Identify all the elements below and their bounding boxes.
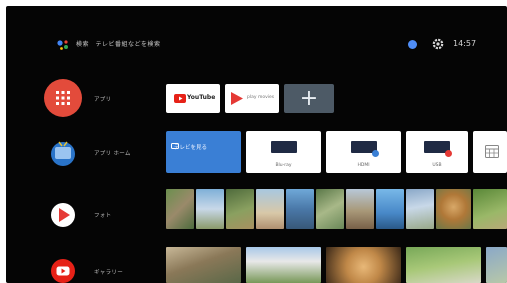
input-tile-guide[interactable] — [473, 131, 507, 173]
photo-thumbnail[interactable] — [436, 189, 471, 229]
input-label-usb: USB — [432, 163, 442, 168]
apps-row-icon[interactable] — [44, 79, 82, 117]
google-assistant-icon[interactable] — [56, 38, 70, 52]
row-label-gallery: ギャラリー — [94, 270, 124, 276]
device-icon — [270, 141, 297, 153]
gallery-thumbnail[interactable] — [486, 247, 507, 283]
row-label-photos: フォト — [94, 213, 112, 219]
photo-thumbnail[interactable] — [376, 189, 404, 229]
tv-home-screen: 検索 テレビ番組などを検索 14:57 アプリ YouTube play mov… — [6, 6, 507, 283]
search-bar[interactable]: 検索 テレビ番組などを検索 — [76, 39, 161, 48]
input-tile-hdmi[interactable]: HDMI — [326, 131, 401, 173]
profile-avatar[interactable] — [408, 40, 417, 49]
connection-badge-icon — [372, 150, 379, 157]
gallery-thumbnail[interactable] — [406, 247, 481, 283]
input-tile-bluray[interactable]: Blu-ray — [246, 131, 321, 173]
tv-input-icon — [51, 141, 75, 166]
photo-thumbnail[interactable] — [346, 189, 374, 229]
photo-thumbnail[interactable] — [226, 189, 254, 229]
inputs-row-icon[interactable] — [44, 134, 82, 172]
clock: 14:57 — [453, 39, 477, 48]
photo-thumbnail[interactable] — [256, 189, 284, 229]
input-label-bluray: Blu-ray — [275, 163, 292, 168]
youtube-icon — [51, 259, 75, 283]
recording-badge-icon — [445, 150, 452, 157]
input-tile-tv[interactable]: テレビを見る — [166, 131, 241, 173]
input-label-hdmi: HDMI — [357, 163, 370, 168]
gear-icon[interactable] — [432, 38, 444, 50]
input-tile-usb[interactable]: USB — [406, 131, 468, 173]
gallery-thumbnail[interactable] — [246, 247, 321, 283]
plus-icon: + — [299, 86, 319, 111]
input-label-tv: テレビを見る — [174, 145, 208, 151]
photos-row-icon[interactable] — [44, 196, 82, 234]
play-movies-icon — [51, 203, 75, 227]
photo-thumbnail[interactable] — [406, 189, 434, 229]
gallery-thumbnail[interactable] — [326, 247, 401, 283]
photo-thumbnail[interactable] — [196, 189, 224, 229]
youtube-logo-icon — [174, 94, 186, 103]
play-movies-app-tile[interactable]: play movies — [225, 84, 279, 113]
apps-grid-icon — [56, 91, 70, 105]
photo-thumbnail[interactable] — [166, 189, 194, 229]
gallery-thumbnail[interactable] — [166, 247, 241, 283]
youtube-row-icon[interactable] — [44, 252, 82, 283]
calendar-icon — [485, 145, 499, 158]
top-bar: 検索 テレビ番組などを検索 14:57 — [6, 6, 507, 66]
play-movies-app-label: play movies — [247, 95, 275, 100]
youtube-app-label: YouTube — [187, 94, 216, 101]
row-label-apps: アプリ — [94, 97, 112, 103]
photo-thumbnail[interactable] — [473, 189, 507, 229]
photo-thumbnail[interactable] — [286, 189, 314, 229]
photo-thumbnail[interactable] — [316, 189, 344, 229]
add-app-button[interactable]: + — [284, 84, 334, 113]
youtube-app-tile[interactable]: YouTube — [166, 84, 220, 113]
play-movies-logo-icon — [231, 92, 243, 105]
row-label-inputs: アプリ ホーム — [94, 151, 131, 157]
